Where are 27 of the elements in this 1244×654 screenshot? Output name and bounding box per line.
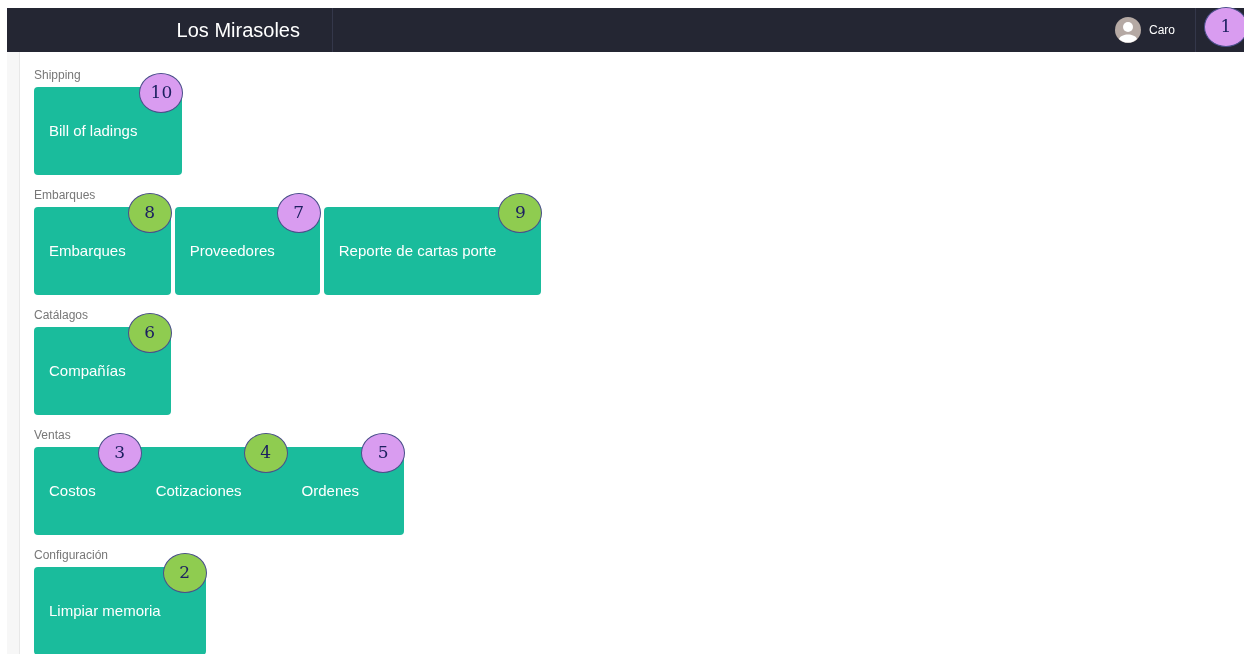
number-marker: 9 <box>498 193 543 233</box>
number-marker: 7 <box>276 193 321 233</box>
number-marker: 3 <box>97 433 142 473</box>
number-marker: 1 <box>1204 7 1244 47</box>
section-label: Configuración <box>34 547 109 563</box>
avatar-icon[interactable] <box>1115 17 1141 43</box>
menu-link[interactable]: Bill of ladings <box>49 119 138 143</box>
menu-link[interactable]: Cotizaciones <box>155 479 242 503</box>
section-label: Embarques <box>34 187 96 203</box>
menu-link[interactable]: Costos <box>49 479 96 503</box>
menu-link[interactable]: Embarques <box>49 239 126 263</box>
number-marker: 5 <box>361 433 406 473</box>
section-label: Ventas <box>34 427 71 443</box>
number-marker: 4 <box>243 433 288 473</box>
menu-link[interactable]: Compañías <box>49 359 126 383</box>
number-marker: 2 <box>162 553 207 593</box>
menu-link[interactable]: Limpiar memoria <box>49 599 161 623</box>
section-label: Shipping <box>34 67 81 83</box>
brand-title[interactable]: Los Mirasoles <box>176 15 300 45</box>
menu-link[interactable]: Ordenes <box>301 479 360 503</box>
menu-link[interactable]: Proveedores <box>189 239 275 263</box>
number-marker: 10 <box>139 73 184 113</box>
number-marker: 6 <box>127 313 172 353</box>
number-marker: 8 <box>127 193 172 233</box>
section-label: Catálagos <box>34 307 89 323</box>
user-name[interactable]: Caro <box>1149 21 1175 39</box>
menu-link[interactable]: Reporte de cartas porte <box>338 239 497 263</box>
